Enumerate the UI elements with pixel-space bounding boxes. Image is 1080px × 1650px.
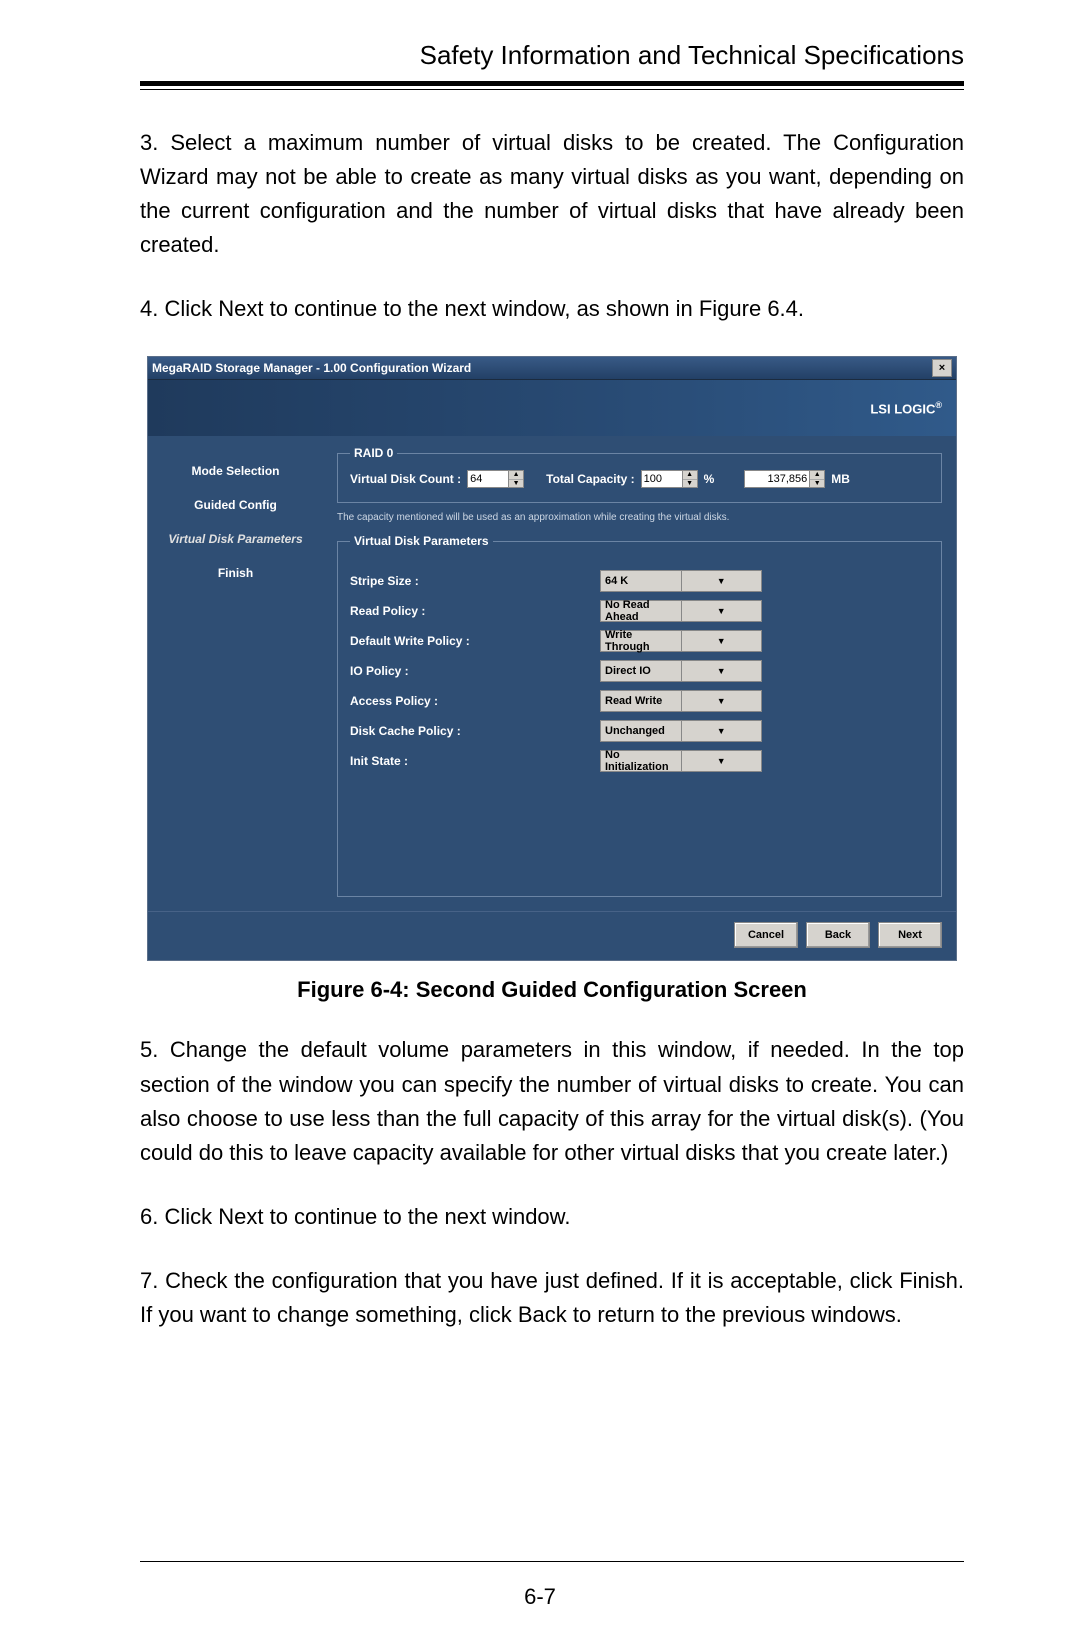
raid-legend: RAID 0 — [350, 446, 397, 460]
sidebar-item-finish[interactable]: Finish — [148, 556, 323, 590]
back-button[interactable]: Back — [806, 922, 870, 948]
read-policy-select[interactable]: No Read Ahead ▼ — [600, 600, 762, 622]
total-capacity-stepper[interactable]: ▲▼ — [641, 470, 698, 488]
spinner-icon[interactable]: ▲▼ — [509, 470, 524, 488]
chevron-down-icon: ▼ — [681, 571, 762, 591]
percent-label: % — [704, 472, 715, 486]
brand-logo: LSI LOGIC® — [870, 400, 942, 416]
mb-input[interactable] — [744, 470, 810, 488]
total-capacity-input[interactable] — [641, 470, 683, 488]
figure-caption: Figure 6-4: Second Guided Configuration … — [140, 977, 964, 1003]
paragraph-6: 6. Click Next to continue to the next wi… — [140, 1200, 964, 1234]
init-state-select[interactable]: No Initialization ▼ — [600, 750, 762, 772]
stripe-size-select[interactable]: 64 K ▼ — [600, 570, 762, 592]
paragraph-4: 4. Click Next to continue to the next wi… — [140, 292, 964, 326]
vdp-legend: Virtual Disk Parameters — [350, 534, 493, 548]
page-header: Safety Information and Technical Specifi… — [140, 40, 964, 71]
param-label: Disk Cache Policy : — [350, 724, 600, 738]
total-capacity-label: Total Capacity : — [546, 472, 634, 486]
window-titlebar[interactable]: MegaRAID Storage Manager - 1.00 Configur… — [148, 357, 956, 380]
figure-6-4: MegaRAID Storage Manager - 1.00 Configur… — [140, 356, 964, 961]
vdp-group: Virtual Disk Parameters Stripe Size : 64… — [337, 534, 942, 897]
select-value: Direct IO — [601, 665, 681, 677]
chevron-down-icon: ▼ — [681, 661, 762, 681]
io-policy-select[interactable]: Direct IO ▼ — [600, 660, 762, 682]
param-label: Stripe Size : — [350, 574, 600, 588]
param-row-io-policy: IO Policy : Direct IO ▼ — [350, 660, 929, 682]
select-value: No Initialization — [601, 749, 681, 773]
param-row-access-policy: Access Policy : Read Write ▼ — [350, 690, 929, 712]
wizard-main: RAID 0 Virtual Disk Count : ▲▼ Total Cap… — [323, 436, 956, 911]
vd-count-input[interactable] — [467, 470, 509, 488]
spinner-icon[interactable]: ▲▼ — [810, 470, 825, 488]
param-label: IO Policy : — [350, 664, 600, 678]
wizard-window: MegaRAID Storage Manager - 1.00 Configur… — [147, 356, 957, 961]
param-row-disk-cache-policy: Disk Cache Policy : Unchanged ▼ — [350, 720, 929, 742]
window-title: MegaRAID Storage Manager - 1.00 Configur… — [152, 361, 932, 375]
param-label: Init State : — [350, 754, 600, 768]
vd-count-label: Virtual Disk Count : — [350, 472, 461, 486]
param-row-init-state: Init State : No Initialization ▼ — [350, 750, 929, 772]
param-label: Default Write Policy : — [350, 634, 600, 648]
disk-cache-policy-select[interactable]: Unchanged ▼ — [600, 720, 762, 742]
chevron-down-icon: ▼ — [681, 721, 762, 741]
capacity-note: The capacity mentioned will be used as a… — [337, 511, 942, 524]
param-label: Access Policy : — [350, 694, 600, 708]
close-icon[interactable]: × — [932, 359, 952, 377]
chevron-down-icon: ▼ — [681, 691, 762, 711]
select-value: No Read Ahead — [601, 599, 681, 623]
sidebar-item-guided-config[interactable]: Guided Config — [148, 488, 323, 522]
spinner-icon[interactable]: ▲▼ — [683, 470, 698, 488]
raid-group: RAID 0 Virtual Disk Count : ▲▼ Total Cap… — [337, 446, 942, 503]
select-value: Read Write — [601, 695, 681, 707]
mb-stepper[interactable]: ▲▼ — [744, 470, 825, 488]
chevron-down-icon: ▼ — [681, 631, 762, 651]
button-bar: Cancel Back Next — [148, 911, 956, 960]
select-value: 64 K — [601, 575, 681, 587]
footer-rule — [140, 1561, 964, 1562]
param-row-stripe-size: Stripe Size : 64 K ▼ — [350, 570, 929, 592]
select-value: Unchanged — [601, 725, 681, 737]
mb-unit-label: MB — [831, 472, 850, 486]
chevron-down-icon: ▼ — [681, 751, 762, 771]
brand-banner: LSI LOGIC® — [148, 380, 956, 436]
sidebar-item-mode-selection[interactable]: Mode Selection — [148, 454, 323, 488]
access-policy-select[interactable]: Read Write ▼ — [600, 690, 762, 712]
param-label: Read Policy : — [350, 604, 600, 618]
cancel-button[interactable]: Cancel — [734, 922, 798, 948]
page-number: 6-7 — [0, 1584, 1080, 1610]
select-value: Write Through — [601, 629, 681, 653]
default-write-policy-select[interactable]: Write Through ▼ — [600, 630, 762, 652]
paragraph-7: 7. Check the configuration that you have… — [140, 1264, 964, 1332]
paragraph-5: 5. Change the default volume parameters … — [140, 1033, 964, 1169]
header-rule-thin — [140, 89, 964, 90]
param-row-default-write-policy: Default Write Policy : Write Through ▼ — [350, 630, 929, 652]
sidebar-item-virtual-disk-parameters[interactable]: Virtual Disk Parameters — [148, 522, 323, 556]
paragraph-3: 3. Select a maximum number of virtual di… — [140, 126, 964, 262]
wizard-sidebar: Mode Selection Guided Config Virtual Dis… — [148, 436, 323, 911]
chevron-down-icon: ▼ — [681, 601, 762, 621]
vd-count-stepper[interactable]: ▲▼ — [467, 470, 524, 488]
next-button[interactable]: Next — [878, 922, 942, 948]
param-row-read-policy: Read Policy : No Read Ahead ▼ — [350, 600, 929, 622]
